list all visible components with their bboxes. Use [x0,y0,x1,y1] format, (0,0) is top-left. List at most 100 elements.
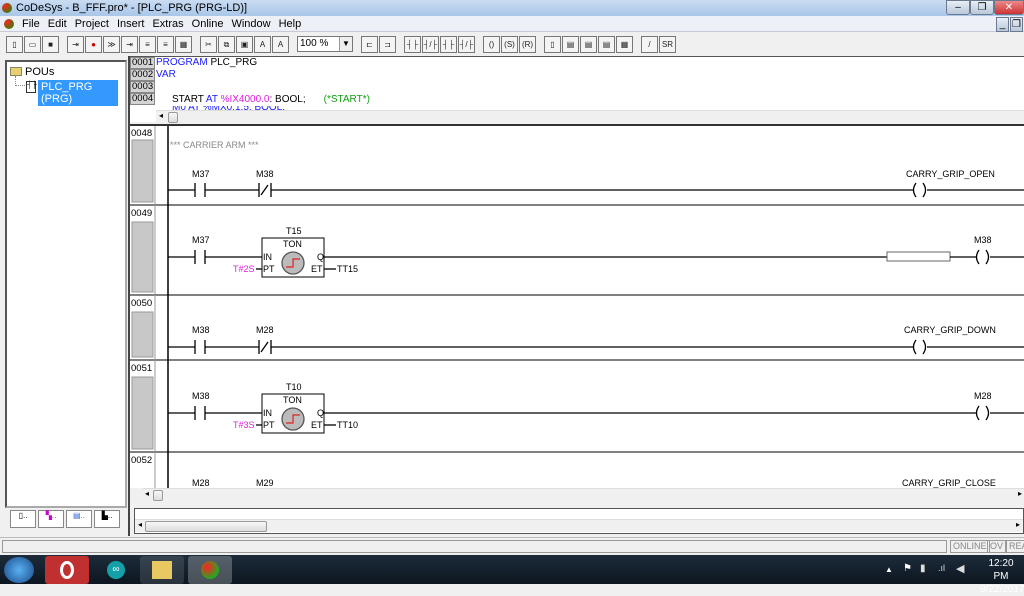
taskbar: ∞ ▲ ⚑ ▮ .ıl ◀ 12:20 PM 9/22/2017 [0,555,1024,595]
show-hidden-icons[interactable]: ▲ [885,565,893,574]
line-number: 0004 [130,93,155,105]
message-hscrollbar[interactable]: ◂ ▸ [135,519,1023,532]
contact-label: M37 [192,169,210,179]
elapsed-var: TT15 [337,264,358,274]
status-ov: OV [987,540,1007,553]
contact-icon[interactable]: ┤├ [404,35,421,53]
folder-icon [10,67,22,76]
pin-pt: PT [263,420,275,430]
pin-et: ET [311,264,323,274]
zoom-value: 100 % [300,38,329,49]
network-after-icon[interactable]: ⊐ [379,35,396,53]
counter-box-icon[interactable]: ▤ [598,35,615,53]
opera-taskbar-icon[interactable] [45,556,89,584]
contact-label: M38 [256,169,274,179]
keyword: PROGRAM [156,57,208,68]
network-number: 0051 [131,363,152,374]
parallel-contact-icon[interactable]: ┤├ [440,35,457,53]
timer-box-icon[interactable]: ▤ [580,35,597,53]
open-icon[interactable]: ▭ [24,35,41,53]
doc-restore-button[interactable]: ❐ [1010,17,1023,32]
set-coil-icon[interactable]: (S) [501,35,518,53]
splitter[interactable] [128,56,130,536]
window-title: CoDeSys - B_FFF.pro* - [PLC_PRG (PRG-LD)… [16,2,248,14]
find-icon[interactable]: A [254,35,271,53]
pin-in: IN [263,252,272,262]
copy-icon[interactable]: ⧉ [218,35,235,53]
box-icon[interactable]: ▯ [544,35,561,53]
menu-insert[interactable]: Insert [117,18,145,30]
neg-contact-icon[interactable]: ┤/├ [422,35,439,53]
paste-icon[interactable]: ▣ [236,35,253,53]
maximize-button[interactable]: ❐ [970,0,994,15]
timer-type: TON [283,239,302,249]
doc-minimize-button[interactable]: _ [996,17,1009,32]
set-reset-icon[interactable]: SR [659,35,676,53]
step-icon[interactable]: ⇥ [121,35,138,53]
zoom-select[interactable]: 100 % ▼ [297,36,353,52]
menu-extras[interactable]: Extras [152,18,183,30]
parallel-neg-contact-icon[interactable]: ┤/├ [458,35,475,53]
contact-label: M29 [256,478,274,488]
contact-label: M28 [256,325,274,335]
menu-file[interactable]: File [22,18,40,30]
tree-root-pous[interactable]: POUs [25,66,54,78]
clock-date: 9/22/2017 [980,584,1024,595]
app-icon [2,3,12,13]
contact-label: M37 [192,235,210,245]
ladder-hscrollbar[interactable]: ◂ ▸ [143,488,1024,501]
ladder-editor[interactable]: 0048 0049 0050 0051 0052 *** CARRIER ARM… [130,124,1024,488]
explorer-taskbar-icon[interactable] [140,556,184,584]
title-bar: CoDeSys - B_FFF.pro* - [PLC_PRG (PRG-LD)… [0,0,1024,16]
tab-visualizations[interactable]: ▤.. [66,510,92,528]
menu-project[interactable]: Project [75,18,109,30]
reset-coil-icon[interactable]: (R) [519,35,536,53]
pin-et: ET [311,420,323,430]
network-icon[interactable]: .ıl [938,563,945,573]
clear-icon[interactable]: ≡ [157,35,174,53]
negate-icon[interactable]: / [641,35,658,53]
coil-icon[interactable]: () [483,35,500,53]
arduino-taskbar-icon[interactable]: ∞ [94,556,138,584]
codesys-taskbar-icon[interactable] [188,556,232,584]
flag-icon[interactable]: ⚑ [903,563,912,574]
network-before-icon[interactable]: ⊏ [361,35,378,53]
tab-resources[interactable]: ▙.. [94,510,120,528]
network-number: 0052 [131,455,152,466]
run-icon[interactable]: ≫ [103,35,120,53]
cut-icon[interactable]: ✂ [200,35,217,53]
decl-hscrollbar[interactable]: ◂ [156,110,1024,123]
menu-help[interactable]: Help [279,18,302,30]
declaration-editor[interactable]: 0001 0002 0003 0004 PROGRAM PLC_PRG VAR … [130,56,1024,123]
ld-pou-icon: ┤├ [26,81,37,93]
close-button[interactable]: ✕ [994,0,1024,15]
breakpoint-icon[interactable]: ≡ [139,35,156,53]
power-icon[interactable]: ▮ [920,563,926,574]
start-button[interactable] [4,557,34,583]
menu-bar: File Edit Project Insert Extras Online W… [0,16,1024,32]
tab-data-types[interactable]: ▚.. [38,510,64,528]
login-icon[interactable]: ⇥ [67,35,84,53]
menu-edit[interactable]: Edit [48,18,67,30]
save-icon[interactable]: ■ [42,35,59,53]
find-next-icon[interactable]: A [272,35,289,53]
new-icon[interactable]: ▯ [6,35,23,53]
message-window: ◂ ▸ [134,508,1024,534]
clock-time: 12:20 PM [988,558,1014,582]
volume-icon[interactable]: ◀ [956,562,964,575]
function-box-icon[interactable]: ▦ [616,35,633,53]
tab-pous[interactable]: ▯.. [10,510,36,528]
write-icon[interactable]: ▦ [175,35,192,53]
organizer-tabs: ▯.. ▚.. ▤.. ▙.. [10,510,122,528]
preset-time: T#3S [233,420,255,430]
menu-online[interactable]: Online [192,18,224,30]
minimize-button[interactable]: – [946,0,970,15]
rung-0050 [168,339,1024,355]
pin-q: Q [317,408,324,418]
program-name: PLC_PRG [207,57,258,68]
stop-icon[interactable]: ● [85,35,102,53]
box-enable-icon[interactable]: ▤ [562,35,579,53]
clock[interactable]: 12:20 PM 9/22/2017 [980,557,1024,596]
menu-window[interactable]: Window [231,18,270,30]
tree-item-plc-prg[interactable]: PLC_PRG (PRG) [38,80,118,106]
